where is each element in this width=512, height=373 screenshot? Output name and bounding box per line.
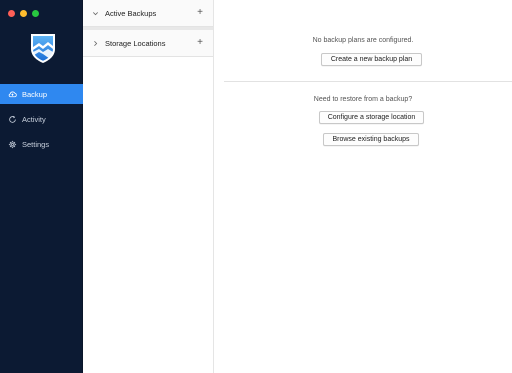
- sidebar-item-activity[interactable]: Activity: [0, 109, 83, 129]
- add-backup-button[interactable]: +: [195, 8, 205, 18]
- sidebar-item-label: Backup: [22, 89, 48, 99]
- section-storage-locations[interactable]: Storage Locations +: [83, 30, 213, 57]
- gear-icon: [7, 139, 17, 149]
- sidebar: Backup Activity Settings: [0, 0, 83, 373]
- chevron-down-icon: [91, 9, 100, 18]
- add-storage-location-button[interactable]: +: [195, 38, 205, 48]
- panel-divider: [224, 81, 512, 82]
- configure-storage-location-button[interactable]: Configure a storage location: [319, 111, 424, 124]
- sidebar-item-label: Activity: [22, 114, 46, 124]
- chevron-right-icon: [91, 39, 100, 48]
- mountain-shield-logo-icon: [29, 32, 57, 64]
- sidebar-item-backup[interactable]: Backup: [0, 84, 83, 104]
- browse-existing-backups-button[interactable]: Browse existing backups: [323, 133, 419, 146]
- sidebar-item-label: Settings: [22, 139, 50, 149]
- close-window-button[interactable]: [8, 10, 15, 17]
- restore-prompt-message: Need to restore from a backup?: [313, 96, 413, 103]
- plans-panel: Active Backups + Storage Locations +: [83, 0, 214, 373]
- section-label: Storage Locations: [105, 38, 166, 48]
- sidebar-item-settings[interactable]: Settings: [0, 134, 83, 154]
- backup-icon: [7, 89, 17, 99]
- no-backup-plans-message: No backup plans are configured.: [312, 37, 414, 44]
- window-controls: [8, 10, 39, 17]
- section-label: Active Backups: [105, 8, 157, 18]
- activity-icon: [7, 114, 17, 124]
- section-active-backups[interactable]: Active Backups +: [83, 0, 213, 27]
- main-panel: No backup plans are configured. Create a…: [214, 0, 512, 373]
- zoom-window-button[interactable]: [32, 10, 39, 17]
- minimize-window-button[interactable]: [20, 10, 27, 17]
- create-backup-plan-button[interactable]: Create a new backup plan: [321, 53, 422, 66]
- sidebar-nav: Backup Activity Settings: [0, 84, 83, 159]
